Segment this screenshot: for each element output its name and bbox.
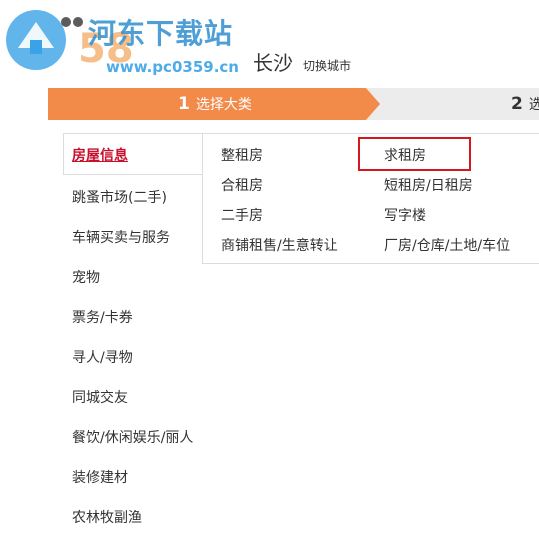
category-item[interactable]: 同城交友 [72, 387, 128, 407]
category-item[interactable]: 餐饮/休闲娱乐/丽人 [72, 427, 193, 447]
step-1-arrow [366, 88, 380, 120]
category-item[interactable]: 跳蚤市场(二手) [72, 187, 167, 207]
category-item[interactable]: 宠物 [72, 267, 100, 287]
subcategory-item[interactable]: 合租房 [221, 175, 263, 195]
subcategory-item[interactable]: 短租房/日租房 [384, 175, 473, 195]
step-progress-bar: 1 选择大类 2选 [48, 88, 539, 120]
category-item[interactable]: 票务/卡券 [72, 307, 133, 327]
step-1-label: 1 选择大类 [178, 88, 252, 121]
subcategory-item[interactable]: 商铺租售/生意转让 [221, 235, 338, 255]
category-house-info[interactable]: 房屋信息 [72, 145, 128, 165]
step-1-active: 1 选择大类 [48, 88, 366, 120]
subcategory-item[interactable]: 写字楼 [384, 205, 426, 225]
subcategory-item[interactable]: 整租房 [221, 145, 263, 165]
logo-area: 58 河东下载站 www.pc0359.cn [0, 0, 250, 84]
step-2-number: 2 [511, 94, 523, 114]
step-2-text: 选 [528, 97, 539, 113]
watermark-logo-icon [6, 10, 83, 70]
step-1-number: 1 [178, 94, 190, 114]
subcategory-item[interactable]: 厂房/仓库/土地/车位 [384, 235, 510, 255]
category-item[interactable]: 农林牧副渔 [72, 507, 142, 527]
category-item[interactable]: 装修建材 [72, 467, 128, 487]
switch-city-link[interactable]: 切换城市 [303, 57, 351, 74]
category-item[interactable]: 车辆买卖与服务 [72, 227, 170, 247]
watermark-url: www.pc0359.cn [106, 58, 239, 76]
watermark-site-name: 河东下载站 [88, 17, 234, 50]
current-city: 长沙 [253, 51, 293, 75]
highlight-box [358, 137, 471, 171]
category-item[interactable]: 寻人/寻物 [72, 347, 133, 367]
step-1-text: 选择大类 [195, 97, 252, 113]
step-2-label: 2选 [511, 88, 539, 121]
subcategory-item[interactable]: 二手房 [221, 205, 263, 225]
